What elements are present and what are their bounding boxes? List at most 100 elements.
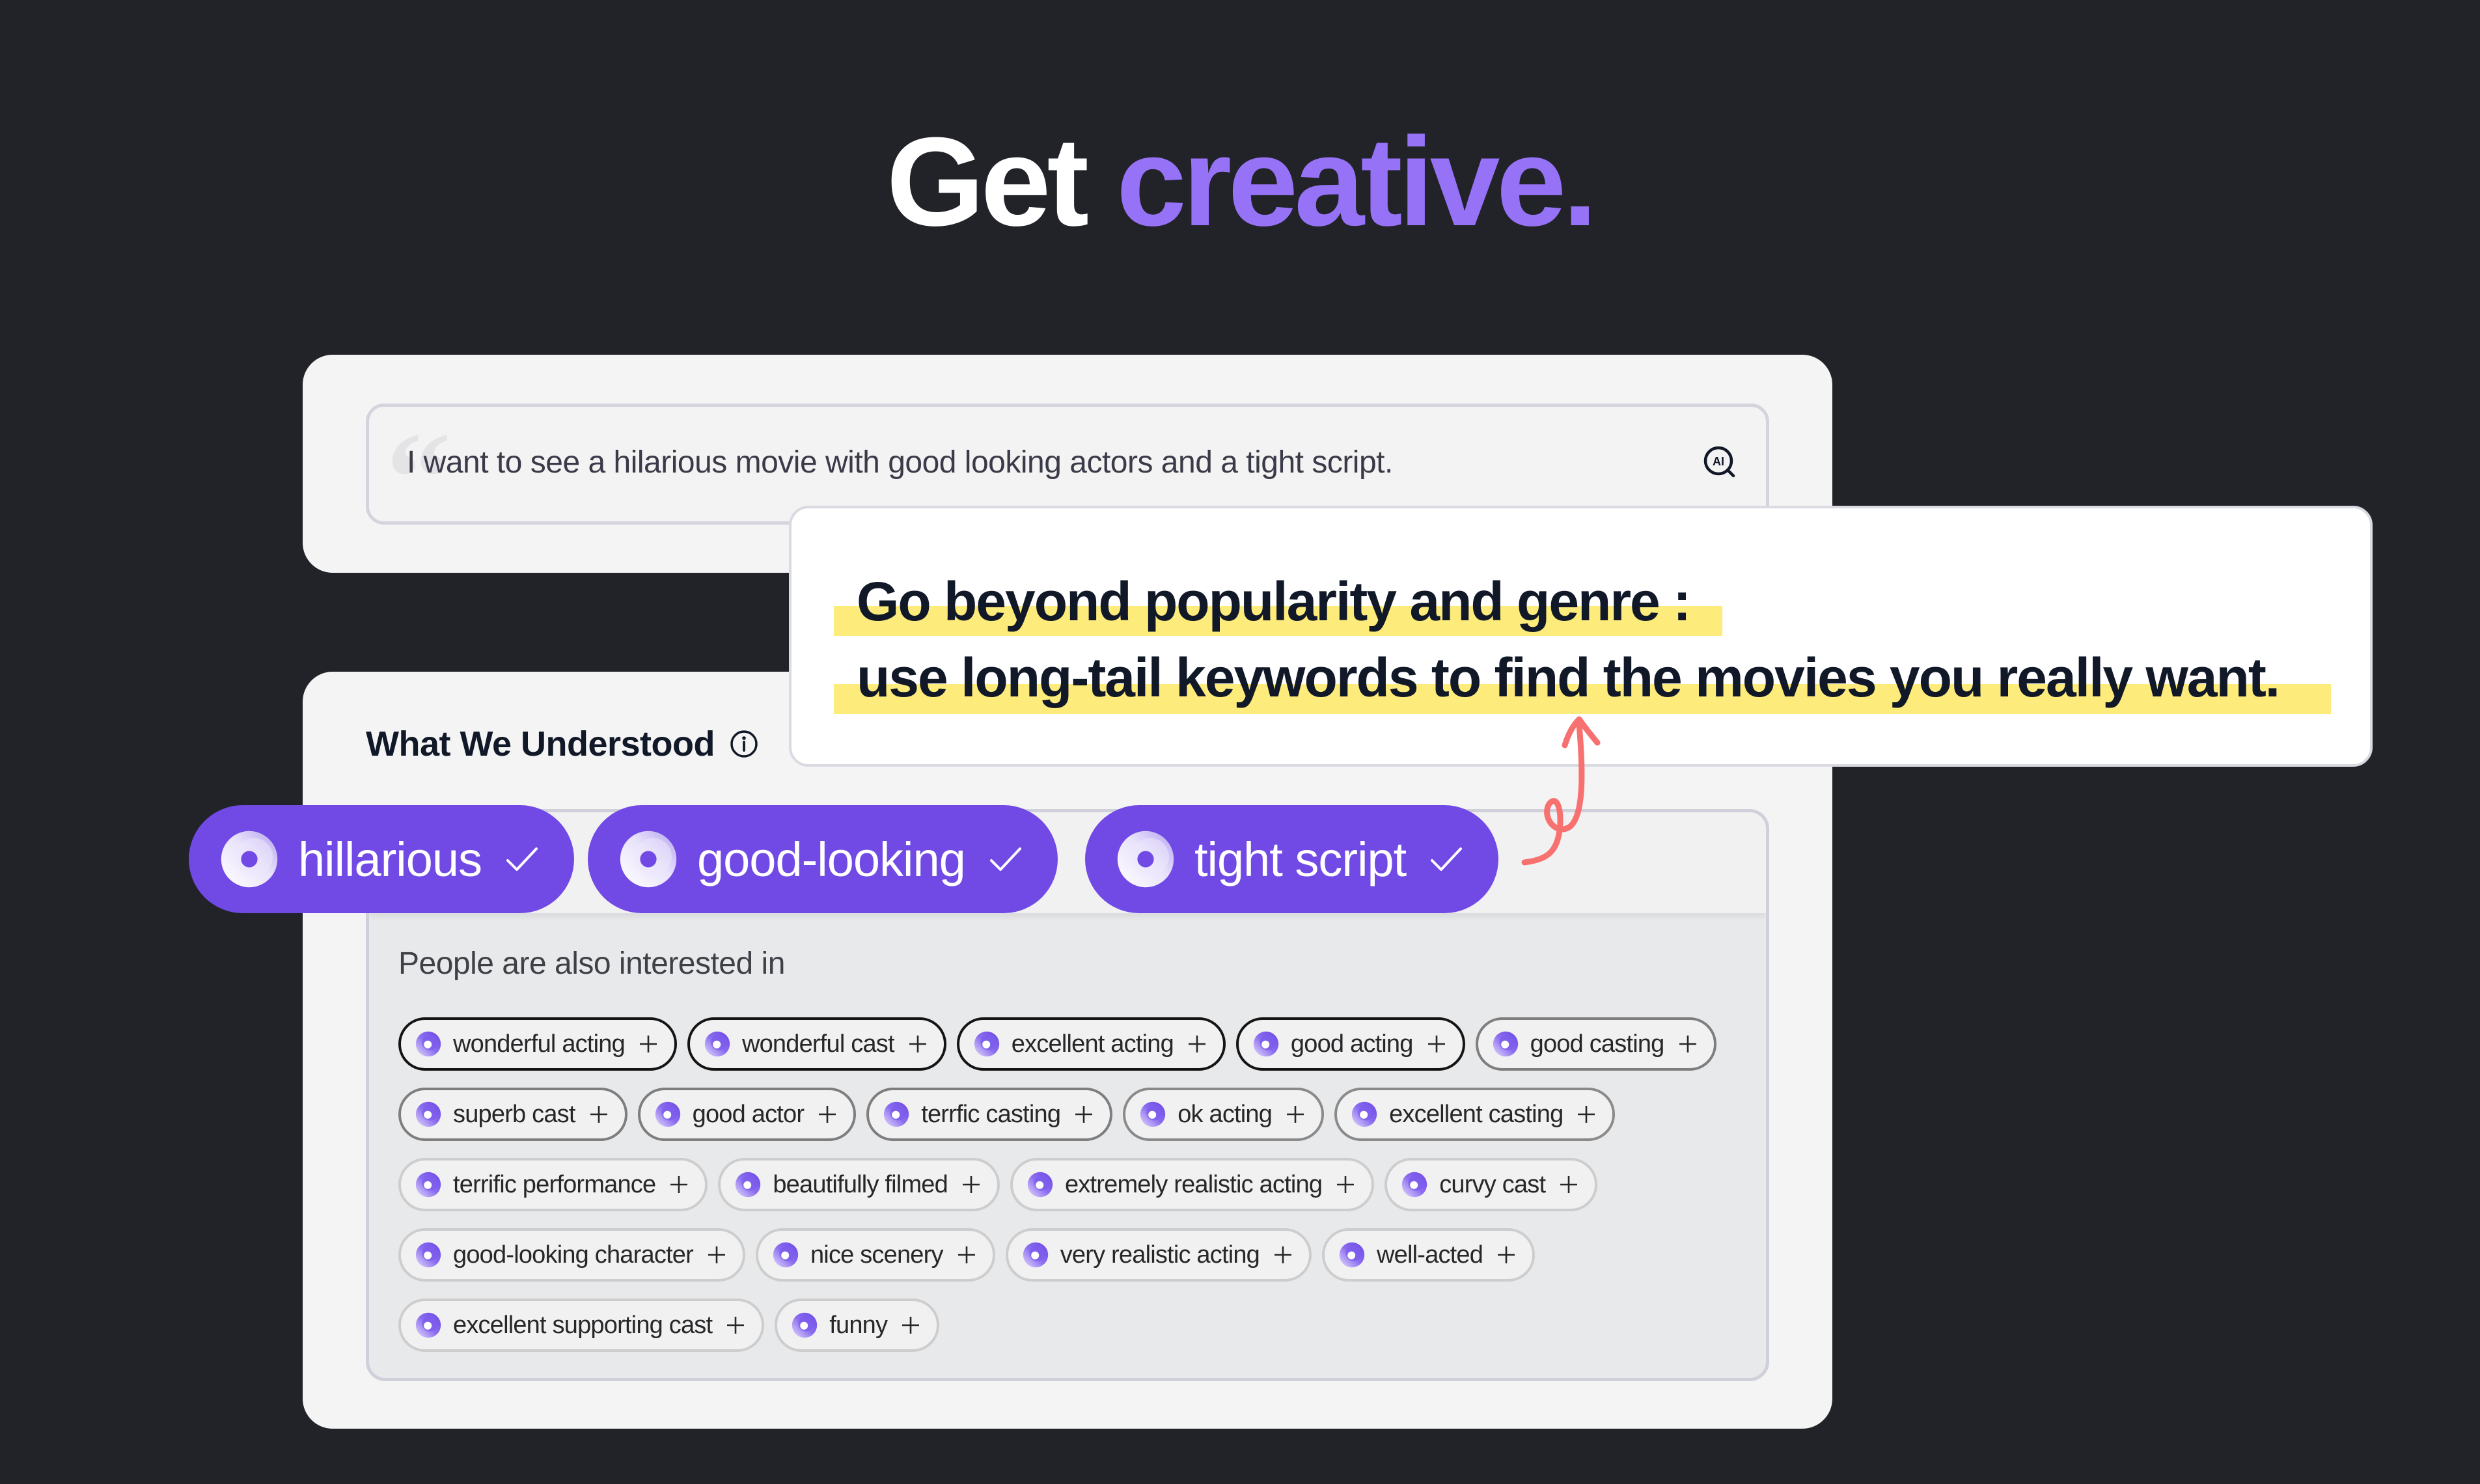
suggestion-chip[interactable]: beautifully filmed [718, 1158, 1000, 1211]
selected-tag[interactable]: good-looking [588, 805, 1058, 913]
plus-icon[interactable] [1426, 1034, 1447, 1054]
check-icon [1431, 847, 1463, 871]
suggestion-chip-label: curvy cast [1439, 1170, 1546, 1198]
suggestion-chip[interactable]: ok acting [1123, 1088, 1325, 1141]
suggestion-chip[interactable]: curvy cast [1385, 1158, 1598, 1211]
swirl-icon [1493, 1031, 1519, 1057]
suggestion-chip-label: wonderful cast [741, 1030, 895, 1058]
suggestion-chip[interactable]: good-looking character [398, 1228, 745, 1282]
suggestion-chip[interactable]: excellent casting [1334, 1088, 1616, 1141]
suggestion-chip-label: terrific performance [453, 1170, 656, 1198]
swirl-icon [1140, 1101, 1166, 1127]
suggestion-chip[interactable]: extremely realistic acting [1010, 1158, 1375, 1211]
swirl-icon [1351, 1101, 1377, 1127]
curly-arrow-icon [1521, 716, 1601, 866]
plus-icon[interactable] [1285, 1104, 1306, 1125]
suggestion-chip-label: excellent acting [1011, 1030, 1174, 1058]
understood-title: What We Understood [366, 724, 715, 763]
suggestion-chip-label: good casting [1530, 1030, 1665, 1058]
swirl-icon [1253, 1031, 1279, 1057]
swirl-icon [974, 1031, 1000, 1057]
selected-tag[interactable]: hillarious [189, 805, 575, 913]
suggestion-chip-label: good acting [1290, 1030, 1414, 1058]
swirl-icon [415, 1242, 441, 1268]
plus-icon[interactable] [956, 1244, 977, 1265]
suggestion-chip[interactable]: wonderful acting [398, 1017, 677, 1071]
suggestion-chip-label: beautifully filmed [773, 1170, 948, 1198]
suggestion-chips: wonderful acting wonderful cast excellent … [398, 1017, 1733, 1352]
also-interested-label: People are also interested in [398, 946, 785, 981]
plus-icon[interactable] [668, 1174, 689, 1195]
suggestion-chip[interactable]: terrfic casting [866, 1088, 1113, 1141]
suggestion-chip-label: funny [829, 1311, 888, 1339]
suggestion-chip[interactable]: terrific performance [398, 1158, 708, 1211]
suggestion-chip[interactable]: well-acted [1322, 1228, 1536, 1282]
suggestion-chip[interactable]: wonderful cast [687, 1017, 946, 1071]
ai-search-icon[interactable]: AI [1702, 445, 1739, 481]
suggestion-chip[interactable]: excellent supporting cast [398, 1298, 765, 1352]
plus-icon[interactable] [900, 1315, 921, 1336]
tags-panel: People are also interested in wonderful … [366, 809, 1769, 1381]
suggestion-chip[interactable]: funny [775, 1298, 940, 1352]
suggestion-chip-label: superb cast [453, 1100, 575, 1128]
ai-icon-label: AI [1713, 455, 1724, 468]
suggestion-chip-label: terrfic casting [921, 1100, 1061, 1128]
suggestion-chip-label: extremely realistic acting [1064, 1170, 1323, 1198]
selected-tag-label: good-looking [697, 832, 966, 886]
plus-icon[interactable] [1558, 1174, 1579, 1195]
query-text[interactable]: I want to see a hilarious movie with goo… [407, 445, 1393, 480]
suggestion-chip-label: wonderful acting [453, 1030, 626, 1058]
swirl-icon [735, 1172, 761, 1198]
swirl-icon [1116, 830, 1175, 888]
selected-tag[interactable]: tight script [1085, 805, 1499, 913]
suggestion-chip[interactable]: superb cast [398, 1088, 627, 1141]
suggestion-chip[interactable]: good acting [1235, 1017, 1465, 1071]
selected-tag-label: tight script [1194, 832, 1407, 886]
info-icon[interactable] [729, 729, 759, 759]
plus-icon[interactable] [1335, 1174, 1356, 1195]
headline: Get creative. [0, 104, 2480, 260]
swirl-icon [415, 1101, 441, 1127]
swirl-icon [1339, 1242, 1365, 1268]
suggestion-chip[interactable]: good casting [1475, 1017, 1716, 1071]
plus-icon[interactable] [638, 1034, 659, 1054]
check-icon [506, 847, 538, 871]
swirl-icon [1023, 1242, 1049, 1268]
suggestion-chip-label: good actor [692, 1100, 805, 1128]
suggestion-chip-label: nice scenery [810, 1241, 944, 1269]
plus-icon[interactable] [725, 1315, 746, 1336]
check-icon [989, 847, 1021, 871]
swirl-icon [619, 830, 678, 888]
plus-icon[interactable] [817, 1104, 838, 1125]
headline-accent: creative. [1116, 111, 1597, 253]
callout-line: Go beyond popularity and genre : [857, 571, 1691, 632]
swirl-icon [792, 1312, 818, 1338]
plus-icon[interactable] [1073, 1104, 1094, 1125]
selected-tag-label: hillarious [298, 832, 482, 886]
swirl-icon [1027, 1172, 1053, 1198]
plus-icon[interactable] [706, 1244, 727, 1265]
plus-icon[interactable] [907, 1034, 928, 1054]
suggestion-chip[interactable]: good actor [637, 1088, 857, 1141]
suggestion-chip-label: excellent casting [1389, 1100, 1564, 1128]
suggestion-chip-label: excellent supporting cast [453, 1311, 713, 1339]
plus-icon[interactable] [1677, 1034, 1698, 1054]
swirl-icon [1401, 1172, 1427, 1198]
plus-icon[interactable] [1496, 1244, 1517, 1265]
headline-plain: Get [886, 111, 1116, 253]
swirl-icon [415, 1172, 441, 1198]
suggestion-chip[interactable]: nice scenery [755, 1228, 995, 1282]
suggestion-chip[interactable]: very realistic acting [1005, 1228, 1312, 1282]
plus-icon[interactable] [1187, 1034, 1207, 1054]
callout-line: use long-tail keywords to find the movie… [857, 647, 2280, 708]
suggestion-chip-label: ok acting [1178, 1100, 1273, 1128]
suggestion-chip-label: good-looking character [453, 1241, 694, 1269]
suggestion-chip-label: well-acted [1377, 1241, 1483, 1269]
plus-icon[interactable] [1576, 1104, 1597, 1125]
plus-icon[interactable] [1273, 1244, 1293, 1265]
suggestion-chip[interactable]: excellent acting [956, 1017, 1226, 1071]
swirl-icon [655, 1101, 681, 1127]
plus-icon[interactable] [588, 1104, 609, 1125]
swirl-icon [220, 830, 279, 888]
plus-icon[interactable] [961, 1174, 982, 1195]
